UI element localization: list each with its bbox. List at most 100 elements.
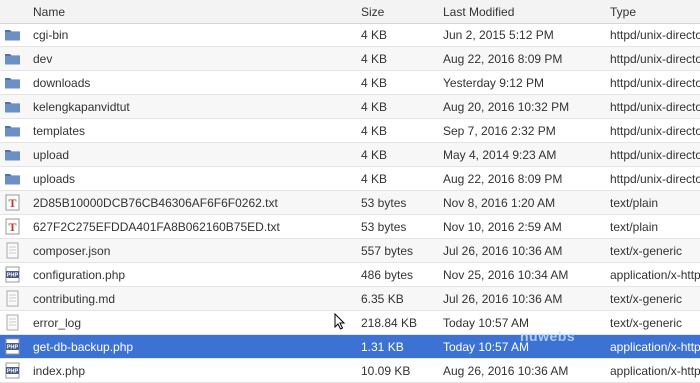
- file-row[interactable]: templates 4 KB Sep 7, 2016 2:32 PM httpd/un…: [0, 119, 700, 143]
- file-last-modified: Aug 22, 2016 8:09 PM: [443, 172, 563, 186]
- file-type: application/x-httpd-php: [610, 268, 700, 282]
- file-last-modified: Jul 26, 2016 10:36 AM: [443, 292, 563, 306]
- text-file-icon: T: [4, 218, 21, 235]
- generic-file-icon: [4, 290, 21, 307]
- svg-text:PHP: PHP: [7, 273, 19, 279]
- file-name[interactable]: 627F2C275EFDDA401FA8B062160B75ED.txt: [33, 220, 280, 234]
- folder-icon: [4, 122, 21, 139]
- file-type: httpd/unix-directory: [610, 76, 700, 90]
- file-type: httpd/unix-directory: [610, 52, 700, 66]
- file-type: application/x-httpd-php: [610, 364, 700, 378]
- file-size: 218.84 KB: [361, 316, 418, 330]
- file-row[interactable]: error_log 218.84 KB Today 10:57 AM text/x-g…: [0, 311, 700, 335]
- text-file-icon: T: [4, 194, 21, 211]
- file-name[interactable]: uploads: [33, 172, 75, 186]
- file-last-modified: Aug 22, 2016 8:09 PM: [443, 52, 563, 66]
- file-last-modified: Jun 2, 2015 5:12 PM: [443, 28, 554, 42]
- file-last-modified: Aug 26, 2016 10:36 AM: [443, 364, 569, 378]
- file-size: 4 KB: [361, 28, 388, 42]
- file-type: httpd/unix-directory: [610, 124, 700, 138]
- file-last-modified: May 4, 2014 9:23 AM: [443, 148, 557, 162]
- file-size: 557 bytes: [361, 244, 414, 258]
- file-name[interactable]: configuration.php: [33, 268, 125, 282]
- file-row[interactable]: PHP get-db-backup.php 1.31 KB Today 10:57 A…: [0, 335, 700, 359]
- file-type: text/plain: [610, 196, 659, 210]
- watermark: nuwebs: [520, 328, 576, 344]
- folder-icon: [4, 146, 21, 163]
- folder-icon: [4, 50, 21, 67]
- file-last-modified: Today 10:57 AM: [443, 316, 530, 330]
- file-type: httpd/unix-directory: [610, 100, 700, 114]
- file-size: 4 KB: [361, 76, 388, 90]
- file-last-modified: Nov 8, 2016 1:20 AM: [443, 196, 556, 210]
- svg-text:T: T: [8, 196, 16, 210]
- file-size: 4 KB: [361, 172, 388, 186]
- file-name[interactable]: error_log: [33, 316, 81, 330]
- file-size: 10.09 KB: [361, 364, 411, 378]
- file-type: application/x-httpd-php: [610, 340, 700, 354]
- file-name[interactable]: kelengkapanvidtut: [33, 100, 130, 114]
- file-row[interactable]: cgi-bin 4 KB Jun 2, 2015 5:12 PM httpd/unix…: [0, 23, 700, 47]
- column-header-size[interactable]: Size: [361, 5, 384, 19]
- file-size: 4 KB: [361, 52, 388, 66]
- file-name[interactable]: upload: [33, 148, 69, 162]
- file-type: text/x-generic: [610, 292, 683, 306]
- svg-text:T: T: [8, 220, 16, 234]
- php-file-icon: PHP: [4, 338, 21, 355]
- generic-file-icon: [4, 242, 21, 259]
- column-header-type[interactable]: Type: [610, 5, 636, 19]
- file-last-modified: Yesterday 9:12 PM: [443, 76, 544, 90]
- file-type: text/x-generic: [610, 316, 683, 330]
- file-type: httpd/unix-directory: [610, 28, 700, 42]
- file-size: 4 KB: [361, 148, 388, 162]
- file-row[interactable]: PHP index.php 10.09 KB Aug 26, 2016 10:36 A…: [0, 359, 700, 383]
- file-name[interactable]: get-db-backup.php: [33, 340, 133, 354]
- file-row[interactable]: T 627F2C275EFDDA401FA8B062160B75ED.txt 53 …: [0, 215, 700, 239]
- php-file-icon: PHP: [4, 266, 21, 283]
- file-last-modified: Aug 20, 2016 10:32 PM: [443, 100, 570, 114]
- folder-icon: [4, 98, 21, 115]
- svg-text:PHP: PHP: [7, 369, 19, 375]
- folder-icon: [4, 26, 21, 43]
- file-name[interactable]: composer.json: [33, 244, 110, 258]
- column-header-last-modified[interactable]: Last Modified: [443, 5, 514, 19]
- php-file-icon: PHP: [4, 362, 21, 379]
- file-last-modified: Jul 26, 2016 10:36 AM: [443, 244, 563, 258]
- file-list: cgi-bin 4 KB Jun 2, 2015 5:12 PM httpd/unix…: [0, 23, 700, 383]
- file-row[interactable]: kelengkapanvidtut 4 KB Aug 20, 2016 10:32 …: [0, 95, 700, 119]
- file-name[interactable]: cgi-bin: [33, 28, 68, 42]
- svg-text:PHP: PHP: [7, 345, 19, 351]
- file-name[interactable]: index.php: [33, 364, 85, 378]
- file-name[interactable]: templates: [33, 124, 85, 138]
- file-row[interactable]: uploads 4 KB Aug 22, 2016 8:09 PM httpd/uni…: [0, 167, 700, 191]
- file-last-modified: Nov 10, 2016 2:59 AM: [443, 220, 562, 234]
- file-name[interactable]: 2D85B10000DCB76CB46306AF6F6F0262.txt: [33, 196, 278, 210]
- file-row[interactable]: downloads 4 KB Yesterday 9:12 PM httpd/unix…: [0, 71, 700, 95]
- file-type: httpd/unix-directory: [610, 172, 700, 186]
- file-last-modified: Sep 7, 2016 2:32 PM: [443, 124, 556, 138]
- file-last-modified: Today 10:57 AM: [443, 340, 530, 354]
- mouse-cursor-icon: [334, 313, 346, 330]
- file-row[interactable]: T 2D85B10000DCB76CB46306AF6F6F0262.txt 53 …: [0, 191, 700, 215]
- file-row[interactable]: contributing.md 6.35 KB Jul 26, 2016 10:36…: [0, 287, 700, 311]
- folder-icon: [4, 170, 21, 187]
- folder-icon: [4, 74, 21, 91]
- file-name[interactable]: downloads: [33, 76, 90, 90]
- file-size: 53 bytes: [361, 196, 407, 210]
- file-size: 4 KB: [361, 100, 388, 114]
- file-size: 6.35 KB: [361, 292, 404, 306]
- file-size: 486 bytes: [361, 268, 414, 282]
- generic-file-icon: [4, 314, 21, 331]
- file-row[interactable]: upload 4 KB May 4, 2014 9:23 AM httpd/unix-…: [0, 143, 700, 167]
- column-header-name[interactable]: Name: [33, 5, 65, 19]
- file-row[interactable]: composer.json 557 bytes Jul 26, 2016 10:36…: [0, 239, 700, 263]
- file-name[interactable]: dev: [33, 52, 52, 66]
- file-name[interactable]: contributing.md: [33, 292, 115, 306]
- file-row[interactable]: PHP configuration.php 486 bytes Nov 25, 201…: [0, 263, 700, 287]
- file-list-header: Name Size Last Modified Type: [0, 0, 700, 24]
- file-size: 53 bytes: [361, 220, 407, 234]
- file-size: 1.31 KB: [361, 340, 404, 354]
- file-row[interactable]: dev 4 KB Aug 22, 2016 8:09 PM httpd/unix-di…: [0, 47, 700, 71]
- file-type: httpd/unix-directory: [610, 148, 700, 162]
- file-type: text/plain: [610, 220, 659, 234]
